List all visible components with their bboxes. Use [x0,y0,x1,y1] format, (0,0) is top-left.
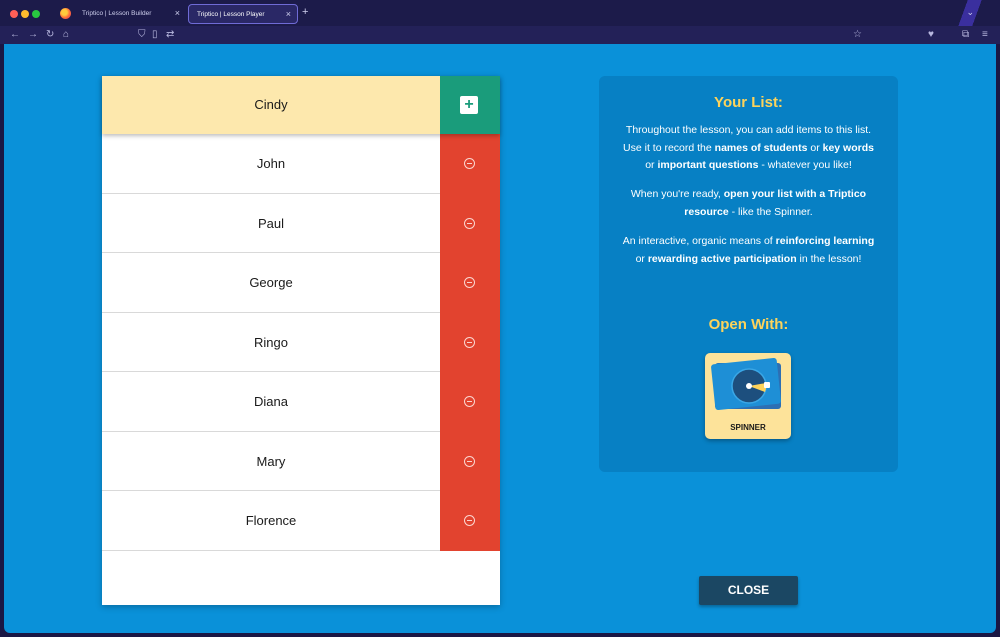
text: or [645,159,658,171]
tab-lesson-player[interactable]: Triptico | Lesson Player × [188,4,298,24]
add-item-button[interactable]: + [440,76,500,134]
list-item: John [102,134,500,194]
delete-item-button[interactable] [440,253,500,313]
list-input-row: Cindy + [102,76,500,134]
url-bar[interactable]: ⛉ ▯ ⇄ ☆ [128,28,866,42]
list-item: Mary [102,431,500,491]
minus-circle-icon [464,336,475,348]
forward-icon[interactable]: → [28,28,38,42]
window-minimize-button[interactable] [21,10,29,18]
spinner-icon [711,357,781,411]
delete-item-button[interactable] [440,372,500,432]
new-tab-button[interactable]: + [302,6,308,18]
info-panel: Your List: Throughout the lesson, you ca… [599,76,898,472]
list-item-name[interactable]: John [102,134,440,193]
info-paragraph-1: Throughout the lesson, you can add items… [619,122,878,175]
list-item-name[interactable]: Ringo [102,313,440,372]
browser-navbar: ← → ↻ ⌂ ⛉ ▯ ⇄ ☆ ♥ ⧉ ≡ [0,26,1000,44]
pocket-icon[interactable]: ♥ [928,28,934,42]
minus-circle-icon [464,455,475,467]
tab-label: Triptico | Lesson Builder [82,10,152,17]
text: When you're ready, [630,188,724,200]
shield-icon[interactable]: ⛉ [138,28,146,42]
minus-circle-icon [464,396,475,407]
list-input-field[interactable]: Cindy [102,76,440,134]
app-area: Cindy + John Paul George Ringo Diana Mar… [4,44,996,633]
list-item: Paul [102,193,500,253]
window-close-button[interactable] [10,10,18,18]
text: or [635,252,648,265]
delete-item-button[interactable] [440,193,500,253]
spinner-resource-button[interactable]: SPINNER [705,353,791,439]
list-item: Diana [102,372,500,432]
minus-circle-icon [464,158,475,169]
list-item: Ringo [102,312,500,372]
window-zoom-button[interactable] [32,10,40,18]
home-icon[interactable]: ⌂ [63,28,69,42]
tab-label: Triptico | Lesson Player [197,11,265,18]
close-button[interactable]: CLOSE [699,576,798,605]
delete-item-button[interactable] [440,431,500,491]
info-title: Your List: [714,94,783,111]
bookmark-star-icon[interactable]: ☆ [853,28,862,42]
emphasis: reinforcing learning [775,235,875,247]
plus-icon: + [460,96,478,114]
delete-item-button[interactable] [440,491,500,551]
list-all-tabs-icon[interactable]: ⌄ [966,7,974,18]
emphasis: rewarding active participation [647,252,797,265]
info-paragraph-3: An interactive, organic means of reinfor… [619,233,878,268]
list-item: George [102,253,500,313]
minus-circle-icon [464,277,475,288]
tab-lesson-builder[interactable]: Triptico | Lesson Builder × [74,4,186,24]
emphasis: key words [822,141,874,154]
tab-close-icon[interactable]: × [286,9,291,19]
emphasis: important questions [657,159,759,171]
firefox-icon [60,8,71,19]
delete-item-button[interactable] [440,134,500,194]
reload-icon[interactable]: ↻ [46,28,54,42]
text: in the lesson! [796,252,862,265]
emphasis: names of students [714,141,808,154]
text: or [807,141,823,154]
list-item-name[interactable]: George [102,253,440,312]
list-item: Florence [102,491,500,551]
list-item-name[interactable]: Florence [102,491,440,550]
delete-item-button[interactable] [440,312,500,372]
minus-circle-icon [464,515,475,526]
info-paragraph-2: When you're ready, open your list with a… [619,186,878,221]
text: An interactive, organic means of [622,235,776,247]
list-item-name[interactable]: Paul [102,194,440,253]
list-item-name[interactable]: Diana [102,372,440,431]
spinner-label: SPINNER [730,423,766,432]
back-icon[interactable]: ← [10,28,20,42]
list-item-name[interactable]: Mary [102,432,440,491]
menu-icon[interactable]: ≡ [982,28,988,42]
list-panel: Cindy + John Paul George Ringo Diana Mar… [102,76,500,605]
permissions-icon[interactable]: ⇄ [166,28,174,42]
browser-titlebar: Triptico | Lesson Builder × Triptico | L… [0,0,1000,26]
text: - like the Spinner. [728,205,813,218]
list-items: John Paul George Ringo Diana Mary Floren… [102,134,500,551]
tab-close-icon[interactable]: × [175,8,180,18]
page-info-icon[interactable]: ▯ [152,28,158,42]
open-with-title: Open With: [708,316,789,333]
extensions-icon[interactable]: ⧉ [962,28,969,42]
text: - whatever you like! [758,159,852,171]
minus-circle-icon [464,217,475,229]
